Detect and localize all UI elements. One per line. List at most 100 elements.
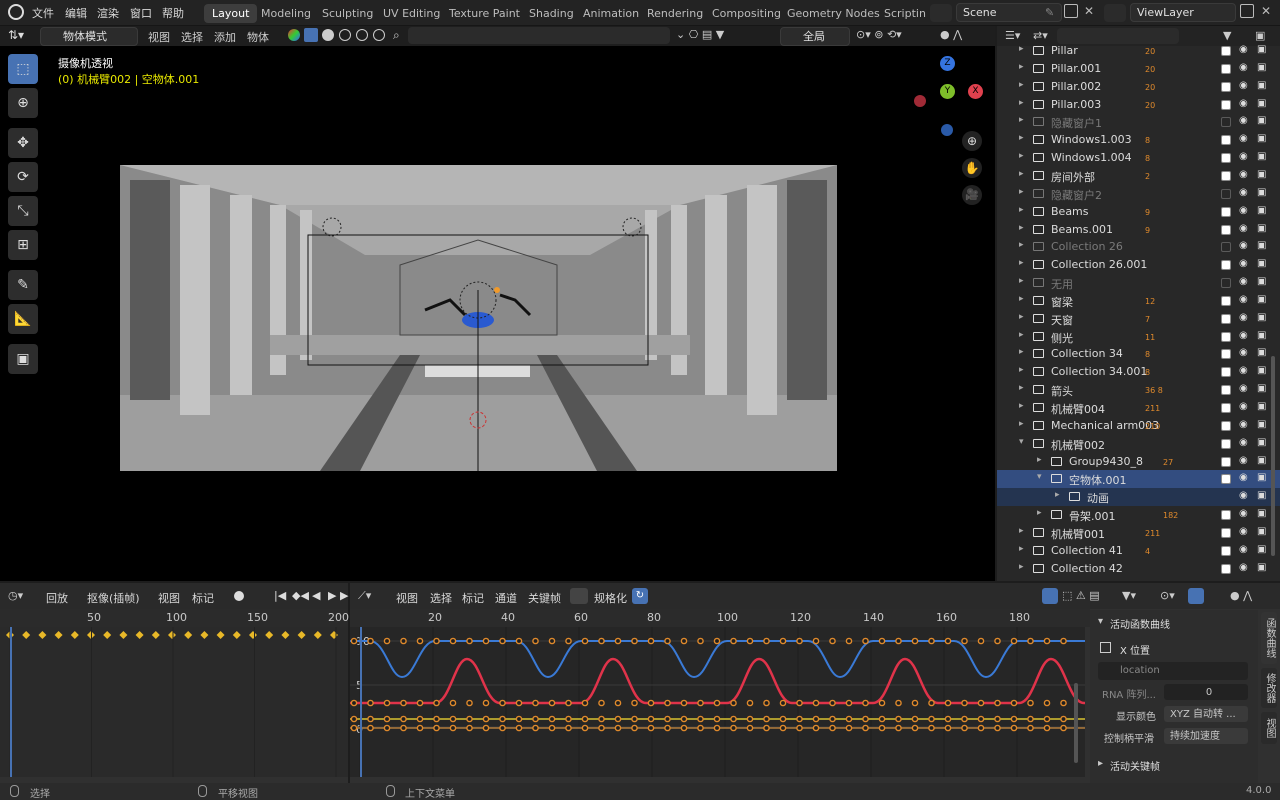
eye-icon[interactable]: ◉ [1239,455,1250,466]
outliner-row-label[interactable]: Pillar [1051,44,1078,57]
expand-arrow-icon[interactable]: ▸ [1019,187,1024,197]
expand-arrow-icon[interactable]: ▸ [1019,223,1024,233]
rna-path[interactable]: location [1120,665,1160,676]
eye-icon[interactable]: ◉ [1239,473,1250,483]
next-key-icon[interactable]: ▶ [340,589,348,602]
expand-arrow-icon[interactable]: ▸ [1019,80,1024,90]
expand-arrow-icon[interactable]: ▸ [1019,205,1024,215]
outliner-row-label[interactable]: Mechanical arm003 [1051,419,1159,432]
shading-options-icon[interactable] [373,29,385,41]
rna-index[interactable]: 0 [1206,687,1212,698]
color-mode-dropdown[interactable]: XYZ 自动转 ... [1164,706,1248,722]
ge-menu-channel[interactable]: 通道 [495,590,517,606]
vp-menu-add[interactable]: 添加 [214,29,236,45]
outliner-row[interactable]: ▸ Collection 34 8 ◉ ▣ [997,345,1280,363]
axis-z-icon[interactable]: Z [940,56,955,71]
record-icon[interactable] [234,591,244,601]
outliner-row[interactable]: ▸ Beams 9 ◉ ▣ [997,203,1280,221]
move-tool-icon[interactable]: ✥ [8,128,38,158]
outliner-row-label[interactable]: 机械臂002 [1051,437,1105,453]
handle-smooth-value[interactable]: 持续加速度 [1170,731,1220,742]
exclude-checkbox[interactable] [1221,260,1231,271]
outliner-row-label[interactable]: 动画 [1087,490,1109,506]
section-active-fcurve[interactable]: 活动函数曲线 [1110,616,1170,631]
camera-icon[interactable]: ▣ [1257,62,1268,73]
shading-solid-icon[interactable] [288,29,300,41]
delete-scene-icon[interactable]: ✕ [1084,4,1094,18]
tl-menu-view[interactable]: 视图 [158,590,180,606]
exclude-checkbox[interactable] [1221,349,1231,360]
camera-icon[interactable]: ▣ [1257,187,1268,198]
rna-index-field[interactable]: 0 [1164,684,1248,700]
camera-icon[interactable]: ▣ [1257,402,1268,412]
camera-icon[interactable]: ▣ [1257,544,1268,555]
tl-menu-marker[interactable]: 标记 [192,590,214,606]
scene-icon[interactable] [930,4,952,22]
proportional-icon[interactable]: ● ⋀ [940,28,962,41]
menu-edit[interactable]: 编辑 [65,5,87,21]
measure-tool-icon[interactable]: 📐 [8,304,38,334]
camera-icon[interactable]: ▣ [1257,98,1268,109]
outliner-row[interactable]: ▸ 机械臂001 211 ◉ ▣ [997,524,1280,542]
outliner-row[interactable]: ▸ 窗梁 12 ◉ ▣ [997,292,1280,310]
eye-icon[interactable]: ◉ [1239,152,1250,162]
camera-icon[interactable]: ▣ [1257,526,1268,537]
outliner-row-label[interactable]: Windows1.003 [1051,133,1132,146]
eye-icon[interactable]: ◉ [1239,366,1250,376]
outliner-row[interactable]: ▸ 天窗 7 ◉ ▣ [997,310,1280,328]
tab-scripting[interactable]: Scriptin [876,4,934,23]
exclude-checkbox[interactable] [1221,242,1231,253]
normalize-toggle[interactable]: 规格化 [594,590,627,606]
nav-gizmo[interactable]: Z X Y [910,56,990,136]
vp-menu-object[interactable]: 物体 [247,29,269,45]
expand-arrow-icon[interactable]: ▾ [1037,472,1042,482]
eye-icon[interactable]: ◉ [1239,562,1250,573]
camera-icon[interactable]: ▣ [1257,169,1268,180]
camera-icon[interactable]: ▣ [1257,384,1268,394]
outliner-row[interactable]: ▸ Collection 34.001 8 ◉ ▣ [997,363,1280,381]
exclude-checkbox[interactable] [1221,438,1231,449]
outliner-row-label[interactable]: Beams.001 [1051,223,1113,236]
axis-neg-x-icon[interactable] [914,95,926,107]
eye-icon[interactable]: ◉ [1239,419,1250,430]
outliner-row[interactable]: ▸ Collection 26.001 ◉ ▣ [997,256,1280,274]
filter-icon[interactable]: ▼ [1223,29,1231,42]
camera-icon[interactable]: ▣ [1257,491,1268,501]
graph-ruler[interactable]: 0 20 40 60 80 100 120 140 160 180 [350,609,1090,649]
tab-animation[interactable]: Animation [575,4,647,23]
view-layer-field[interactable]: ViewLayer [1130,3,1236,22]
outliner-row[interactable]: ▸ Windows1.003 8 ◉ ▣ [997,131,1280,149]
exclude-checkbox[interactable] [1221,135,1231,146]
outliner-row-label[interactable]: 窗梁 [1051,294,1073,310]
eye-icon[interactable]: ◉ [1239,491,1250,501]
camera-icon[interactable]: ▣ [1257,562,1268,573]
expand-arrow-icon[interactable]: ▸ [1019,330,1024,340]
eye-icon[interactable]: ◉ [1239,330,1250,341]
tab-uv-editing[interactable]: UV Editing [375,4,448,23]
ge-filter-icon[interactable]: ▼▾ [1122,589,1136,602]
new-view-layer-icon[interactable] [1240,4,1254,18]
outliner-row-label[interactable]: 天窗 [1051,312,1073,328]
menu-help[interactable]: 帮助 [162,5,184,21]
solid-icon[interactable] [322,29,334,41]
exclude-checkbox[interactable] [1221,385,1231,396]
outliner-row-label[interactable]: Collection 34.001 [1051,365,1147,378]
camera-icon[interactable]: ▣ [1257,241,1268,251]
tab-geometry-nodes[interactable]: Geometry Nodes [779,4,888,23]
prev-key-icon[interactable]: ◆◀ [292,589,309,602]
outliner-row[interactable]: ▸ 箭头 36 8 ◉ ▣ [997,381,1280,399]
camera-icon[interactable]: ▣ [1257,80,1268,91]
eye-icon[interactable]: ◉ [1239,80,1250,91]
outliner-row-label[interactable]: 骨架.001 [1069,508,1116,524]
select-tool-icon[interactable]: ⬚ [8,54,38,84]
outliner-row-label[interactable]: 箭头 [1051,383,1073,399]
pivot-icon[interactable]: ⊙▾ ⊚ ⟲▾ [856,28,902,41]
tl-menu-keying[interactable]: 抠像(插帧) [87,590,140,606]
eye-icon[interactable]: ◉ [1239,348,1250,358]
camera-icon[interactable]: ▣ [1257,437,1268,448]
outliner-row[interactable]: ▸ Collection 26 ◉ ▣ [997,238,1280,256]
tl-menu-playback[interactable]: 回放 [46,590,68,606]
outliner-row-label[interactable]: 隐藏窗户1 [1051,115,1102,131]
expand-arrow-icon[interactable]: ▸ [1019,115,1024,125]
exclude-checkbox[interactable] [1221,188,1231,199]
